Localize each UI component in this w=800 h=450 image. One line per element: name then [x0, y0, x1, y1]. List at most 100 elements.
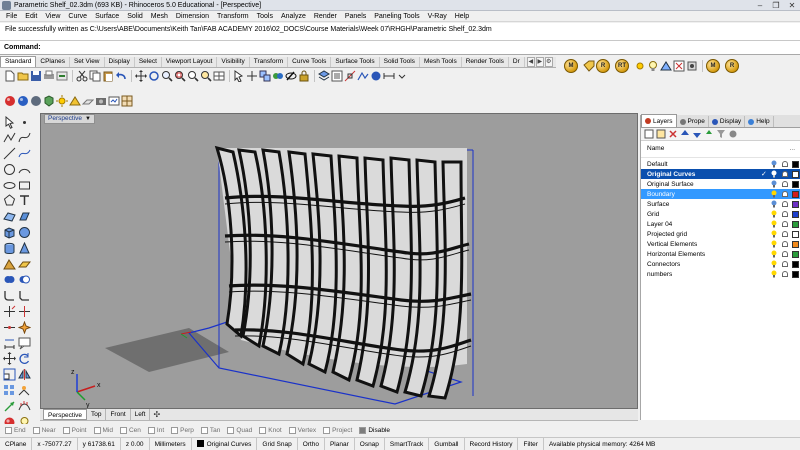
move-up-parent-icon[interactable]: [704, 129, 714, 139]
status-smarttrack[interactable]: SmartTrack: [385, 437, 430, 450]
close-button[interactable]: ✕: [784, 0, 800, 11]
orient-icon[interactable]: [17, 384, 31, 398]
menu-file[interactable]: File: [2, 13, 21, 20]
layer-color-swatch[interactable]: [792, 180, 799, 188]
mesh-icon[interactable]: [2, 257, 16, 271]
add-viewport-icon[interactable]: ✣: [153, 410, 160, 419]
tab-solid-tools[interactable]: Solid Tools: [380, 57, 420, 67]
minimize-button[interactable]: ‒: [752, 0, 768, 11]
layer-color-swatch[interactable]: [792, 270, 799, 278]
open-file-icon[interactable]: [17, 70, 29, 82]
layer-color-swatch[interactable]: [792, 260, 799, 268]
light-bulb-icon[interactable]: [647, 60, 659, 72]
mirror-icon[interactable]: [17, 368, 31, 382]
rotate-object-icon[interactable]: [17, 352, 31, 366]
layer-lock-icon[interactable]: [782, 241, 788, 247]
layer-color-swatch[interactable]: [792, 230, 799, 238]
vray-options-icon[interactable]: [686, 60, 698, 72]
line-icon[interactable]: [2, 147, 16, 161]
menu-tools[interactable]: Tools: [253, 13, 277, 20]
layer-row[interactable]: Boundary: [641, 189, 800, 199]
delete-layer-icon[interactable]: [668, 129, 678, 139]
osnap-checkbox[interactable]: [288, 426, 296, 434]
status-units[interactable]: Millimeters: [150, 437, 192, 450]
layer-lock-icon[interactable]: [782, 181, 788, 187]
menu-transform[interactable]: Transform: [213, 13, 253, 20]
cut-icon[interactable]: [76, 70, 88, 82]
join-icon[interactable]: [2, 320, 16, 334]
status-planar[interactable]: Planar: [325, 437, 355, 450]
panel-tab-properties[interactable]: Prope: [677, 116, 709, 127]
layer-lock-icon[interactable]: [782, 171, 788, 177]
split-icon[interactable]: [17, 305, 31, 319]
zoom-window-icon[interactable]: [174, 70, 186, 82]
status-ortho[interactable]: Ortho: [298, 437, 325, 450]
osnap-quad[interactable]: Quad: [227, 426, 252, 434]
rendered-display-icon[interactable]: [17, 95, 29, 107]
circle-icon[interactable]: [2, 162, 16, 176]
osnap-cen[interactable]: Cen: [119, 426, 141, 434]
panel-tab-display[interactable]: Display: [709, 116, 746, 127]
layer-row[interactable]: Grid: [641, 209, 800, 219]
layer-visibility-icon[interactable]: [771, 230, 777, 238]
viewport-tab-top[interactable]: Top: [87, 409, 107, 420]
group-icon[interactable]: [272, 70, 284, 82]
layer-visibility-icon[interactable]: [771, 250, 777, 258]
viewport-tab-perspective[interactable]: Perspective: [43, 409, 87, 420]
tab-mesh-tools[interactable]: Mesh Tools: [420, 57, 462, 67]
move-object-icon[interactable]: [2, 352, 16, 366]
ground-plane-icon[interactable]: [82, 95, 94, 107]
layer-visibility-icon[interactable]: [771, 220, 777, 228]
tab-render-tools[interactable]: Render Tools: [462, 57, 509, 67]
layer-visibility-icon[interactable]: [771, 170, 777, 178]
menu-panels[interactable]: Panels: [341, 13, 370, 20]
hide-icon[interactable]: [285, 70, 297, 82]
asset-editor-button[interactable]: M: [706, 59, 720, 73]
command-input[interactable]: [43, 42, 800, 53]
tag-icon[interactable]: [583, 60, 595, 72]
status-gumball[interactable]: Gumball: [429, 437, 465, 450]
osnap-checkbox[interactable]: [259, 426, 267, 434]
layer-lock-icon[interactable]: [782, 231, 788, 237]
layer-row[interactable]: Vertical Elements: [641, 239, 800, 249]
osnap-project[interactable]: Project: [323, 426, 352, 434]
viewport-tab-front[interactable]: Front: [106, 409, 131, 420]
filter-layers-icon[interactable]: [716, 129, 726, 139]
osnap-checkbox[interactable]: [147, 426, 155, 434]
layer-lock-icon[interactable]: [782, 201, 788, 207]
sphere-icon[interactable]: [17, 226, 31, 240]
layer-row[interactable]: Projected grid: [641, 229, 800, 239]
select-icon[interactable]: [233, 70, 245, 82]
tab-drafting[interactable]: Dr: [509, 57, 525, 67]
menu-vray[interactable]: V-Ray: [424, 13, 451, 20]
render-preview-icon[interactable]: [370, 70, 382, 82]
layer-color-swatch[interactable]: [792, 250, 799, 258]
layer-lock-icon[interactable]: [782, 271, 788, 277]
panel-tab-help[interactable]: Help: [745, 116, 774, 127]
layer-visibility-icon[interactable]: [771, 180, 777, 188]
analyze-icon[interactable]: [357, 70, 369, 82]
menu-help[interactable]: Help: [451, 13, 473, 20]
move-layer-up-icon[interactable]: [680, 129, 690, 139]
zoom-icon[interactable]: [161, 70, 173, 82]
osnap-checkbox[interactable]: [359, 426, 367, 434]
layer-row[interactable]: numbers: [641, 269, 800, 279]
menu-edit[interactable]: Edit: [21, 13, 41, 20]
cylinder-icon[interactable]: [2, 241, 16, 255]
layer-visibility-icon[interactable]: [771, 260, 777, 268]
analyze-direction-icon[interactable]: [2, 399, 16, 413]
layer-lock-icon[interactable]: [782, 221, 788, 227]
extrude-surface-icon[interactable]: [17, 210, 31, 224]
rectangle-icon[interactable]: [17, 178, 31, 192]
perspective-viewport[interactable]: x y z: [40, 113, 638, 409]
ghosted-display-icon[interactable]: [43, 95, 55, 107]
layer-visibility-icon[interactable]: [771, 160, 777, 168]
print-icon[interactable]: [43, 70, 55, 82]
layer-lock-icon[interactable]: [782, 191, 788, 197]
tab-cplanes[interactable]: CPlanes: [36, 57, 70, 67]
shaded-display-icon[interactable]: [30, 95, 42, 107]
menu-mesh[interactable]: Mesh: [147, 13, 172, 20]
layer-lock-icon[interactable]: [782, 161, 788, 167]
status-grid-snap[interactable]: Grid Snap: [257, 437, 298, 450]
material-editor-button[interactable]: M: [564, 59, 578, 73]
